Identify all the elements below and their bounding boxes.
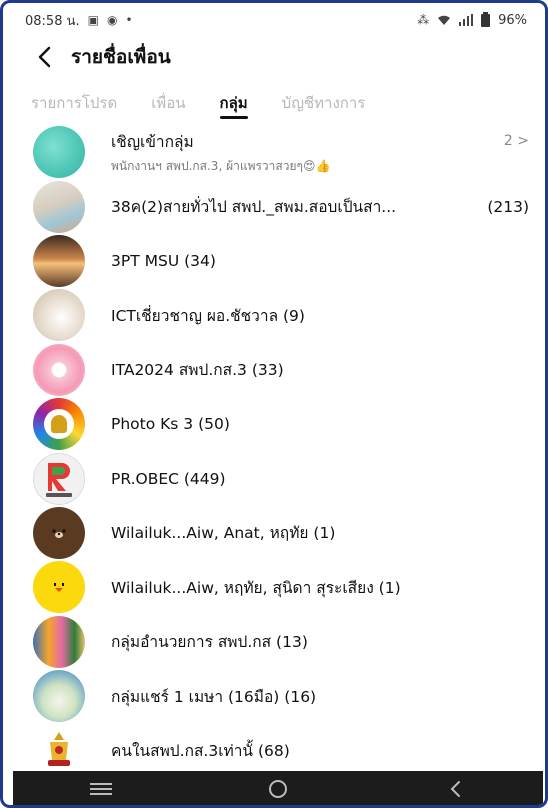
dot-icon: • [125,13,133,27]
signal-icon [459,14,474,26]
group-name: 3PT MSU (34) [111,251,216,270]
group-name: PR.OBEC (449) [111,469,226,488]
group-row[interactable]: 38ค(2)สายทั่วไป สพป._สพม.สอบเป็นสา... (2… [13,179,543,233]
screen: 08:58 น. ▣ ◉ • ⁂ 96% รายชื่อเพื่อน รายกา… [13,7,543,805]
invite-top: เชิญเข้ากลุ่ม 2 > [111,129,529,154]
group-row[interactable]: Wilailuk...Aiw, Anat, หฤทัย (1) [13,506,543,560]
invite-row[interactable]: เชิญเข้ากลุ่ม 2 > พนักงานฯ สพป.กส.3, ผ้า… [13,125,543,179]
group-name: Wilailuk...Aiw, Anat, หฤทัย (1) [111,524,336,543]
group-name: ITA2024 สพป.กส.3 (33) [111,361,284,380]
group-name: กลุ่มแชร์ 1 เมษา (16มือ) (16) [111,687,317,706]
group-avatar [33,615,85,668]
group-text: PR.OBEC (449) [111,470,529,488]
group-row[interactable]: 3PT MSU (34) [13,234,543,288]
tab-friends[interactable]: เพื่อน [151,81,185,125]
wifi-icon [438,15,451,25]
group-name: คนในสพป.กส.3เท่านั้ (68) [111,741,290,760]
group-name: Wilailuk...Aiw, หฤทัย, สุนิดา สุระเสียง … [111,578,401,597]
invite-count: 2 > [503,133,529,150]
group-avatar [33,343,85,396]
group-name: กลุ่มอำนวยการ สพป.กส (13) [111,633,308,652]
group-avatar [33,180,85,233]
menu-icon [90,783,113,795]
circle-home-icon [268,780,287,798]
group-text: ICTเชี่ยวชาญ ผอ.ชัชวาล (9) [111,303,529,328]
group-text: 3PT MSU (34) [111,252,529,270]
status-left: 08:58 น. ▣ ◉ • [25,10,133,31]
group-row[interactable]: กลุ่มแชร์ 1 เมษา (16มือ) (16) [13,669,543,723]
group-avatar [33,670,85,723]
tab-favorites[interactable]: รายการโปรด [31,81,117,125]
group-avatar [33,506,85,559]
group-count: (213) [487,197,529,216]
recent-apps-button[interactable] [71,774,131,804]
group-avatar [33,234,85,287]
system-nav-bar [13,771,543,805]
group-text: 38ค(2)สายทั่วไป สพป._สพม.สอบเป็นสา... (2… [111,194,529,219]
wifi-calling-icon: ⁂ [417,13,430,27]
chevron-left-icon [38,46,51,68]
group-row[interactable]: ITA2024 สพป.กส.3 (33) [13,343,543,397]
invite-subtitle: พนักงานฯ สพป.กส.3, ผ้าแพรวาสวยๆ😍👍 [111,158,331,173]
group-row[interactable]: กลุ่มอำนวยการ สพป.กส (13) [13,615,543,669]
group-row[interactable]: Photo Ks 3 (50) [13,397,543,451]
group-text: กลุ่มอำนวยการ สพป.กส (13) [111,629,529,654]
group-avatar [33,561,85,614]
group-text: กลุ่มแชร์ 1 เมษา (16มือ) (16) [111,684,529,709]
group-row[interactable]: ICTเชี่ยวชาญ ผอ.ชัชวาล (9) [13,288,543,342]
invite-label: เชิญเข้ากลุ่ม [111,132,194,151]
tab-groups[interactable]: กลุ่ม [219,81,248,125]
group-text: ITA2024 สพป.กส.3 (33) [111,357,529,382]
group-name: ICTเชี่ยวชาญ ผอ.ชัชวาล (9) [111,306,305,325]
phone-frame: 08:58 น. ▣ ◉ • ⁂ 96% รายชื่อเพื่อน รายกา… [0,0,548,808]
group-avatar [33,289,85,342]
tab-bar: รายการโปรด เพื่อน กลุ่ม บัญชีทางการ [13,81,543,125]
battery-icon [481,11,491,27]
logo-emblem [51,415,67,434]
logo-center [44,409,74,440]
group-avatar [33,724,85,777]
status-time: 08:58 น. [25,13,80,29]
group-avatar [33,398,85,451]
group-text: Wilailuk...Aiw, Anat, หฤทัย (1) [111,520,529,545]
system-back-button[interactable] [425,774,485,804]
invite-avatar [33,126,85,179]
group-avatar [33,452,85,505]
status-right: ⁂ 96% [417,11,527,28]
group-list: เชิญเข้ากลุ่ม 2 > พนักงานฯ สพป.กส.3, ผ้า… [13,125,543,778]
tab-official-accounts[interactable]: บัญชีทางการ [282,81,366,125]
app-notification-icon: ◉ [106,13,118,27]
bear-face-icon [52,529,66,538]
chick-face-icon [54,583,64,593]
group-row[interactable]: PR.OBEC (449) [13,451,543,505]
battery-level: 96% [498,12,527,28]
group-text: คนในสพป.กส.3เท่านั้ (68) [111,738,529,763]
page-title: รายชื่อเพื่อน [71,46,171,68]
emblem-icon [48,732,70,767]
home-button[interactable] [248,774,308,804]
chevron-left-icon [450,781,460,797]
group-text: Wilailuk...Aiw, หฤทัย, สุนิดา สุระเสียง … [111,575,529,600]
back-button[interactable] [31,44,57,70]
status-bar: 08:58 น. ▣ ◉ • ⁂ 96% [13,7,543,33]
gallery-notification-icon: ▣ [87,13,99,27]
group-name: Photo Ks 3 (50) [111,415,230,434]
header: รายชื่อเพื่อน [13,33,543,81]
group-row[interactable]: Wilailuk...Aiw, หฤทัย, สุนิดา สุระเสียง … [13,560,543,614]
invite-text: เชิญเข้ากลุ่ม 2 > พนักงานฯ สพป.กส.3, ผ้า… [111,129,529,176]
group-name: 38ค(2)สายทั่วไป สพป._สพม.สอบเป็นสา... [111,198,397,217]
group-text: Photo Ks 3 (50) [111,415,529,433]
group-row[interactable]: คนในสพป.กส.3เท่านั้ (68) [13,723,543,777]
pr-obec-logo [46,462,72,497]
